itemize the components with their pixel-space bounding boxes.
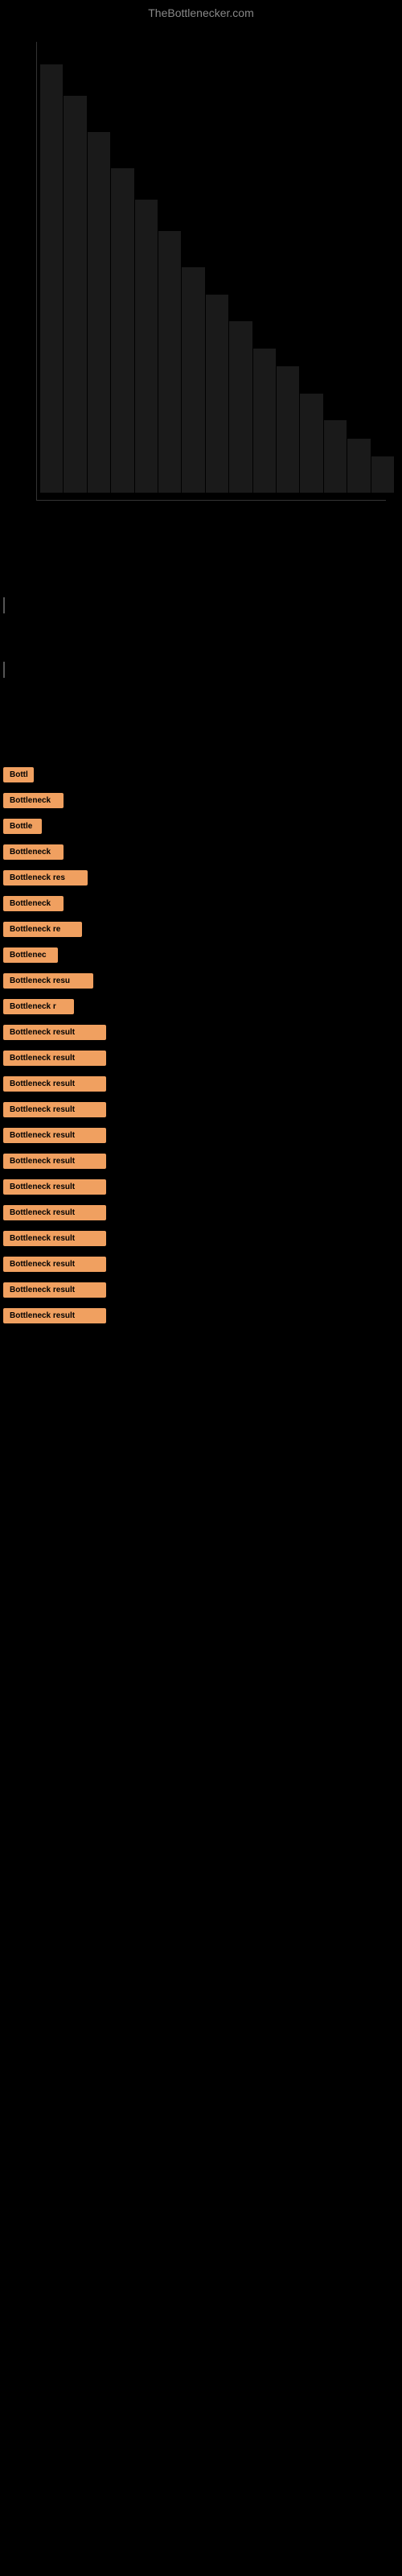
vertical-bars-container	[40, 42, 394, 493]
result-row-22: Bottleneck result	[3, 1307, 399, 1323]
result-badge-20: Bottleneck result	[3, 1257, 106, 1272]
result-row-19: Bottleneck result	[3, 1230, 399, 1246]
result-badge-1: Bottl	[3, 767, 34, 782]
result-badge-7: Bottleneck re	[3, 922, 82, 937]
result-row-18: Bottleneck result	[3, 1204, 399, 1220]
cursor-indicator-1	[3, 597, 5, 613]
result-badge-11: Bottleneck result	[3, 1025, 106, 1040]
chart-bar-11	[277, 366, 299, 493]
result-badge-19: Bottleneck result	[3, 1231, 106, 1246]
secondary-chart-area	[0, 525, 402, 766]
chart-bar-4	[111, 168, 133, 493]
result-badge-5: Bottleneck res	[3, 870, 88, 886]
chart-bar-2	[64, 96, 86, 493]
y-axis	[36, 42, 37, 501]
result-badge-4: Bottleneck	[3, 844, 64, 860]
result-row-10: Bottleneck r	[3, 998, 399, 1014]
result-badge-15: Bottleneck result	[3, 1128, 106, 1143]
result-row-8: Bottlenec	[3, 947, 399, 963]
result-row-17: Bottleneck result	[3, 1179, 399, 1195]
chart-bar-12	[300, 394, 322, 493]
chart-bar-15	[371, 456, 394, 493]
result-row-11: Bottleneck result	[3, 1024, 399, 1040]
result-row-16: Bottleneck result	[3, 1153, 399, 1169]
result-badge-6: Bottleneck	[3, 896, 64, 911]
result-row-9: Bottleneck resu	[3, 972, 399, 989]
result-row-20: Bottleneck result	[3, 1256, 399, 1272]
result-badge-12: Bottleneck result	[3, 1051, 106, 1066]
result-badge-22: Bottleneck result	[3, 1308, 106, 1323]
cursor-indicator-2	[3, 662, 5, 678]
result-row-14: Bottleneck result	[3, 1101, 399, 1117]
result-row-5: Bottleneck res	[3, 869, 399, 886]
result-badge-16: Bottleneck result	[3, 1154, 106, 1169]
result-badge-13: Bottleneck result	[3, 1076, 106, 1092]
result-row-2: Bottleneck	[3, 792, 399, 808]
result-badge-2: Bottleneck	[3, 793, 64, 808]
chart-bar-7	[182, 267, 204, 493]
result-badge-21: Bottleneck result	[3, 1282, 106, 1298]
result-badge-18: Bottleneck result	[3, 1205, 106, 1220]
chart-bar-14	[347, 439, 370, 493]
results-list: Bottl Bottleneck Bottle Bottleneck Bottl…	[0, 766, 402, 1323]
chart-bar-1	[40, 64, 63, 493]
result-row-6: Bottleneck	[3, 895, 399, 911]
result-row-4: Bottleneck	[3, 844, 399, 860]
result-row-1: Bottl	[3, 766, 399, 782]
result-row-21: Bottleneck result	[3, 1282, 399, 1298]
result-row-7: Bottleneck re	[3, 921, 399, 937]
chart-bar-3	[88, 132, 110, 493]
result-row-15: Bottleneck result	[3, 1127, 399, 1143]
result-row-12: Bottleneck result	[3, 1050, 399, 1066]
main-chart-area	[0, 26, 402, 525]
result-row-13: Bottleneck result	[3, 1075, 399, 1092]
result-badge-3: Bottle	[3, 819, 42, 834]
chart-bar-9	[229, 321, 252, 493]
result-badge-14: Bottleneck result	[3, 1102, 106, 1117]
chart-bar-6	[158, 231, 181, 493]
x-axis	[36, 500, 386, 501]
result-row-3: Bottle	[3, 818, 399, 834]
result-badge-9: Bottleneck resu	[3, 973, 93, 989]
chart-bar-8	[206, 295, 228, 493]
chart-bar-5	[135, 200, 158, 493]
chart-bar-10	[253, 349, 276, 493]
chart-bar-13	[324, 420, 347, 493]
result-badge-10: Bottleneck r	[3, 999, 74, 1014]
site-title: TheBottlenecker.com	[0, 0, 402, 26]
result-badge-17: Bottleneck result	[3, 1179, 106, 1195]
result-badge-8: Bottlenec	[3, 947, 58, 963]
